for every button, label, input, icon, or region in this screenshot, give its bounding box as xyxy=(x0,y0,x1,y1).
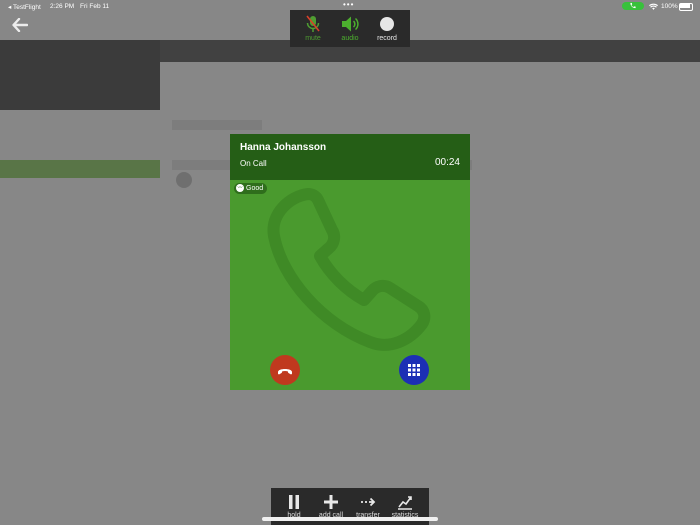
mute-button[interactable]: mute xyxy=(295,10,331,47)
statistics-icon xyxy=(398,496,412,510)
record-label: record xyxy=(377,35,397,42)
mute-icon xyxy=(306,15,320,32)
call-header: Hanna Johansson On Call 00:24 xyxy=(230,134,470,180)
audio-label: audio xyxy=(341,35,359,42)
phone-watermark-icon xyxy=(267,188,431,351)
active-call-pill[interactable] xyxy=(622,2,644,10)
call-quality-label: Good xyxy=(246,185,264,192)
battery-percent: 100% xyxy=(661,3,678,10)
wifi-icon xyxy=(649,3,658,12)
status-date: Fri Feb 11 xyxy=(80,3,110,10)
keypad-icon xyxy=(408,364,420,376)
status-back-app[interactable]: ◂ TestFlight xyxy=(8,3,41,11)
audio-button[interactable]: audio xyxy=(332,10,368,47)
multitasking-dots[interactable]: ••• xyxy=(343,0,354,9)
back-arrow-icon[interactable] xyxy=(12,17,30,34)
call-status: On Call xyxy=(240,159,267,168)
hangup-icon xyxy=(278,369,292,375)
caller-name: Hanna Johansson xyxy=(240,142,327,153)
status-time: 2:26 PM xyxy=(50,3,75,10)
plus-icon xyxy=(324,495,338,509)
call-quality-badge[interactable]: 〰 Good xyxy=(234,183,268,194)
signal-quality-icon: 〰 xyxy=(236,184,244,193)
hang-up-button[interactable] xyxy=(270,355,300,385)
call-card: Hanna Johansson On Call 00:24 〰 Good xyxy=(230,134,470,390)
battery-level xyxy=(680,4,690,8)
pause-icon xyxy=(289,495,299,509)
home-indicator[interactable] xyxy=(262,517,438,521)
speaker-icon xyxy=(342,16,359,32)
keypad-button[interactable] xyxy=(399,355,429,385)
record-button[interactable]: record xyxy=(369,10,405,47)
top-call-controls: mute audio record xyxy=(290,10,410,47)
call-duration: 00:24 xyxy=(434,157,460,168)
mute-label: mute xyxy=(305,35,321,42)
phone-icon xyxy=(630,2,636,9)
transfer-icon xyxy=(361,497,376,507)
record-icon xyxy=(380,17,394,31)
